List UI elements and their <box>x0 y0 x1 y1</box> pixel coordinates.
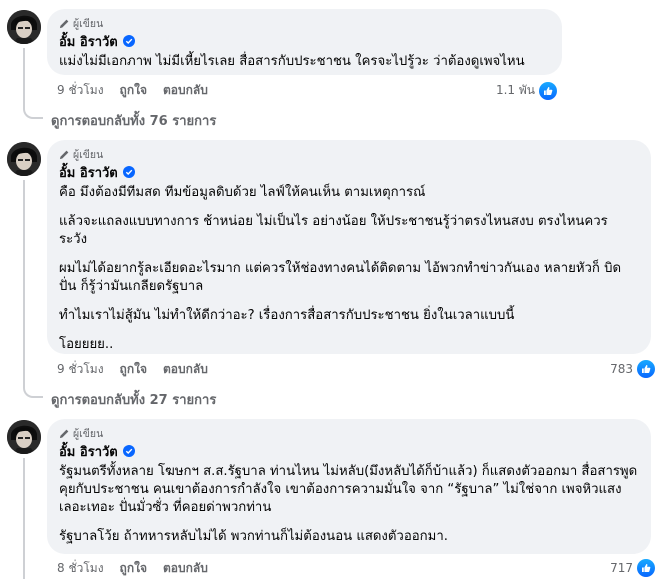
pencil-icon <box>59 429 69 438</box>
comment-paragraph: รัฐมนตรีทั้งหลาย โฆษกฯ ส.ส.รัฐบาล ท่านไห… <box>59 464 638 515</box>
comment-paragraph: รัฐบาลโว้ย ถ้าทหารหลับไม่ได้ พวกท่านก็ไม… <box>59 529 448 544</box>
reaction-count-text: 1.1 พัน <box>495 83 535 97</box>
reply-button[interactable]: ตอบกลับ <box>163 559 208 578</box>
author-badge: ผู้เขียน <box>59 147 639 161</box>
reaction-count-text: 717 <box>610 561 633 575</box>
comment-bubble: ผู้เขียน อั้ม อิราวัต แม่งไม่มีเอกภาพ ไม… <box>47 9 562 75</box>
comment-actions: 9 ชั่วโมง ถูกใจ ตอบกลับ <box>57 82 208 98</box>
reaction-count[interactable]: 717 <box>610 559 655 577</box>
comment-paragraph: โอยยยย.. <box>59 337 114 352</box>
comment-bubble: ผู้เขียน อั้ม อิราวัต รัฐมนตรีทั้งหลาย โ… <box>47 419 651 554</box>
comment-paragraph: แล้วจะแถลงแบบทางการ ช้าหน่อย ไม่เป็นไร อ… <box>59 214 608 247</box>
verified-badge-icon <box>122 445 135 457</box>
verified-badge-icon <box>122 166 135 178</box>
like-button[interactable]: ถูกใจ <box>120 81 147 100</box>
comment-paragraph: ทำไมเราไม่สู้มัน ไม่ทำให้ดีกว่าอะ? เรื่อ… <box>59 308 515 323</box>
like-button[interactable]: ถูกใจ <box>120 360 147 379</box>
comment-time[interactable]: 9 ชั่วโมง <box>57 360 104 379</box>
author-badge: ผู้เขียน <box>59 426 639 440</box>
reply-button[interactable]: ตอบกลับ <box>163 81 208 100</box>
badge-label: ผู้เขียน <box>73 148 104 161</box>
avatar[interactable] <box>7 10 41 44</box>
view-replies-link[interactable]: ดูการตอบกลับทั้ง 76 รายการ <box>51 110 216 131</box>
avatar[interactable] <box>7 142 41 176</box>
comment-time[interactable]: 8 ชั่วโมง <box>57 559 104 578</box>
like-icon <box>637 360 655 378</box>
author-name[interactable]: อั้ม อิราวัต <box>59 31 118 52</box>
thread-connector <box>23 386 43 398</box>
author-name[interactable]: อั้ม อิราวัต <box>59 162 118 183</box>
pencil-icon <box>59 150 69 159</box>
comment-time[interactable]: 9 ชั่วโมง <box>57 81 104 100</box>
reply-button[interactable]: ตอบกลับ <box>163 360 208 379</box>
reaction-count-text: 783 <box>610 362 633 376</box>
reaction-count[interactable]: 783 <box>610 360 655 378</box>
thread-line <box>23 48 25 108</box>
thread-connector <box>23 107 43 119</box>
comment-paragraph: คือ มึงต้องมีทีมสด ทีมข้อมูลดิบด้วย ไลฟ์… <box>59 185 426 200</box>
like-icon <box>539 81 557 100</box>
view-replies-link[interactable]: ดูการตอบกลับทั้ง 27 รายการ <box>51 389 216 410</box>
like-button[interactable]: ถูกใจ <box>120 559 147 578</box>
comment-bubble: ผู้เขียน อั้ม อิราวัต คือ มึงต้องมีทีมสด… <box>47 140 651 354</box>
author-badge: ผู้เขียน <box>59 16 550 30</box>
verified-badge-icon <box>122 35 135 47</box>
comment-text: แม่งไม่มีเอกภาพ ไม่มีเหี้ยไรเลย สื่อสารก… <box>59 54 525 69</box>
reaction-count[interactable]: 1.1 พัน <box>496 81 557 100</box>
thread-line <box>23 458 25 579</box>
comment-actions: 9 ชั่วโมง ถูกใจ ตอบกลับ <box>57 361 208 377</box>
thread-line <box>23 180 25 387</box>
comment-paragraph: ผมไม่ได้อยากรู้ละเอียดอะไรมาก แต่ควรให้ช… <box>59 261 622 294</box>
author-name[interactable]: อั้ม อิราวัต <box>59 441 118 462</box>
like-icon <box>637 559 655 577</box>
avatar[interactable] <box>7 420 41 454</box>
pencil-icon <box>59 19 69 28</box>
badge-label: ผู้เขียน <box>73 17 104 30</box>
badge-label: ผู้เขียน <box>73 427 104 440</box>
comment-actions: 8 ชั่วโมง ถูกใจ ตอบกลับ <box>57 560 208 576</box>
